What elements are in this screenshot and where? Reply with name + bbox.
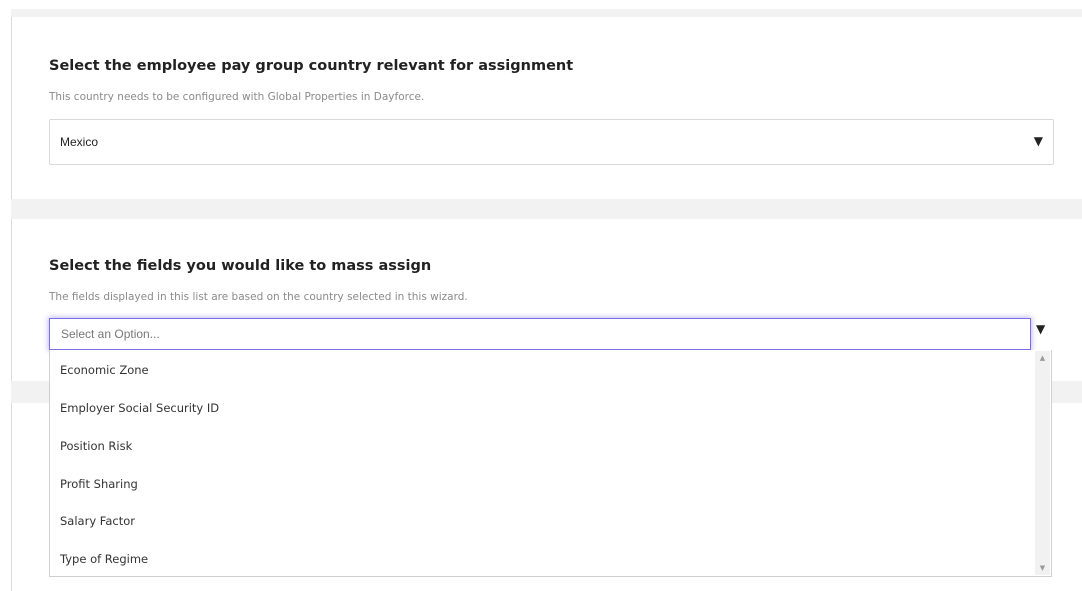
country-section-title: Select the employee pay group country re… [49,58,574,74]
chevron-down-icon[interactable]: ▼ [1036,322,1045,336]
dropdown-scrollbar[interactable]: ▲ ▼ [1035,351,1050,575]
option-type-of-regime[interactable]: Type of Regime [60,552,148,566]
option-position-risk[interactable]: Position Risk [60,439,132,453]
country-select[interactable]: Mexico ▼ [49,119,1054,165]
scroll-up-icon[interactable]: ▲ [1037,354,1048,362]
option-economic-zone[interactable]: Economic Zone [60,363,149,377]
option-salary-factor[interactable]: Salary Factor [60,514,135,528]
option-profit-sharing[interactable]: Profit Sharing [60,477,138,491]
country-select-value: Mexico [60,135,99,149]
top-divider [11,9,1082,17]
country-section-help: This country needs to be configured with… [49,91,425,103]
fields-combobox-placeholder[interactable]: Select an Option... [61,327,160,341]
chevron-down-icon[interactable]: ▼ [1034,134,1043,148]
option-employer-social-security-id[interactable]: Employer Social Security ID [60,401,219,415]
fields-dropdown-list: Economic Zone Employer Social Security I… [49,350,1052,577]
fields-section-help: The fields displayed in this list are ba… [49,291,468,303]
section-divider [11,199,1082,219]
fields-combobox[interactable]: Select an Option... [49,318,1031,350]
scroll-down-icon[interactable]: ▼ [1037,564,1048,572]
fields-section-title: Select the fields you would like to mass… [49,258,432,274]
